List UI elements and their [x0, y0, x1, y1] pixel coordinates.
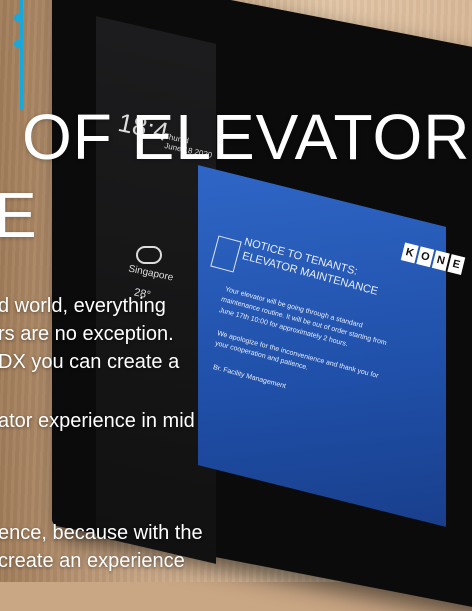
overlay-body-line: d world, everything	[0, 295, 166, 317]
overlay-body-line: rs are no exception.	[0, 323, 174, 345]
accent-dot	[14, 40, 22, 48]
overlay-body-line: create an experience	[0, 550, 185, 572]
overlay-body-line: ence, because with the	[0, 522, 203, 544]
overlay-title-line-2: E	[0, 179, 38, 251]
overlay-body-line: DX you can create a	[0, 351, 180, 373]
overlay-title-line-1: OF ELEVATOR	[22, 101, 471, 173]
logo-letter: E	[447, 254, 466, 275]
overlay-body-line: ator experience in mid	[0, 410, 195, 432]
accent-dot	[14, 14, 22, 22]
cloud-icon	[136, 246, 162, 264]
